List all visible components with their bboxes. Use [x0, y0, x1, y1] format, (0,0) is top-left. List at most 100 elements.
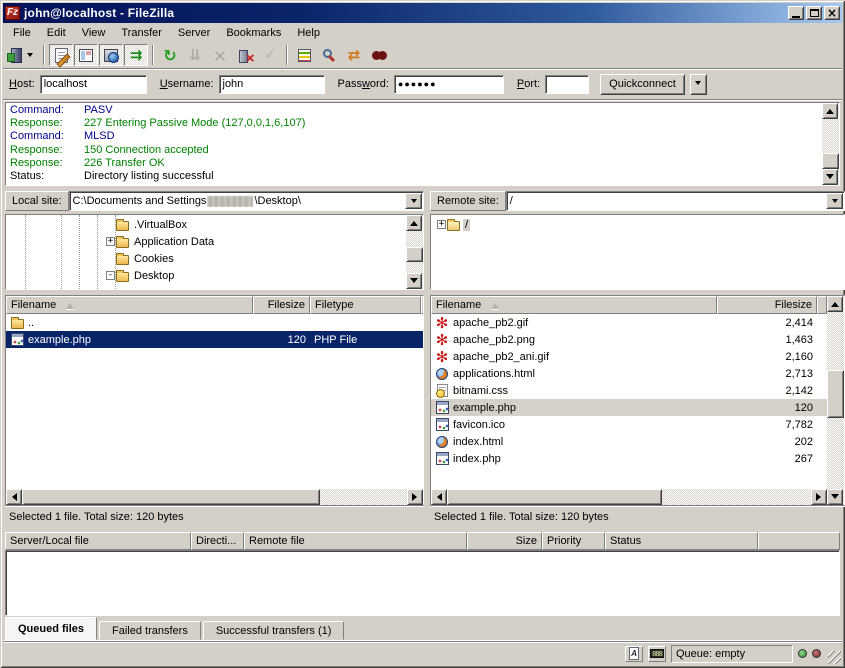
remote-vscrollbar[interactable]: [827, 296, 844, 505]
collapse-icon[interactable]: -: [106, 271, 115, 280]
toggle-remote-tree-button[interactable]: [99, 44, 123, 66]
directory-comparison-button[interactable]: [317, 44, 341, 66]
minimize-button[interactable]: [788, 6, 804, 20]
remote-file-list[interactable]: apache_pb2.gif2,414 apache_pb2.png1,463 …: [431, 314, 827, 489]
remote-selection-status: Selected 1 file. Total size: 120 bytes: [430, 506, 845, 526]
scroll-right-button[interactable]: [811, 489, 827, 505]
local-path-dropdown-button[interactable]: [405, 193, 422, 209]
toggle-log-view-button[interactable]: [49, 44, 73, 66]
toggle-queue-button[interactable]: [124, 44, 148, 66]
scroll-right-button[interactable]: [407, 489, 423, 505]
scroll-thumb[interactable]: [822, 153, 839, 169]
column-header-filesize[interactable]: Filesize: [717, 296, 817, 314]
column-header-filename[interactable]: Filename: [431, 296, 717, 314]
local-file-list[interactable]: .. example.php 120 PHP File 1: [6, 314, 423, 489]
file-row[interactable]: index.html202: [431, 433, 827, 450]
scroll-thumb[interactable]: [406, 247, 423, 262]
menu-bookmarks[interactable]: Bookmarks: [218, 25, 289, 41]
column-header-status[interactable]: Status: [605, 532, 758, 550]
file-row-example-php[interactable]: example.php120: [431, 399, 827, 416]
tree-item-root[interactable]: +/: [431, 216, 844, 233]
host-input[interactable]: localhost: [40, 75, 147, 94]
transfer-type-indicator[interactable]: A: [625, 646, 643, 662]
local-tree-scrollbar[interactable]: [406, 215, 423, 289]
cancel-operation-button[interactable]: [208, 44, 232, 66]
process-queue-button[interactable]: [183, 44, 207, 66]
synchronized-browsing-button[interactable]: [342, 44, 366, 66]
column-header-lastmodified[interactable]: L: [421, 296, 423, 314]
file-row[interactable]: apache_pb2.gif2,414: [431, 314, 827, 331]
scroll-up-button[interactable]: [406, 215, 422, 231]
file-row[interactable]: apache_pb2.png1,463: [431, 331, 827, 348]
tab-queued-files[interactable]: Queued files: [5, 617, 97, 640]
file-row[interactable]: bitnami.css2,142: [431, 382, 827, 399]
file-row[interactable]: apache_pb2_ani.gif2,160: [431, 348, 827, 365]
file-row-parent-dir[interactable]: ..: [6, 314, 423, 331]
scroll-thumb[interactable]: [827, 370, 844, 418]
tree-item-application-data[interactable]: +Application Data: [6, 233, 406, 250]
maximize-button[interactable]: [806, 6, 822, 20]
expand-icon[interactable]: +: [437, 220, 446, 229]
local-hscrollbar[interactable]: [6, 489, 423, 505]
toggle-local-tree-button[interactable]: [74, 44, 98, 66]
scroll-up-button[interactable]: [827, 296, 843, 312]
tab-successful-transfers[interactable]: Successful transfers (1): [203, 621, 345, 640]
column-header-filesize[interactable]: Filesize: [253, 296, 310, 314]
scroll-down-button[interactable]: [827, 489, 843, 505]
menu-transfer[interactable]: Transfer: [113, 25, 170, 41]
column-header-priority[interactable]: Priority: [542, 532, 605, 550]
scroll-up-button[interactable]: [822, 103, 838, 119]
password-input[interactable]: ●●●●●●: [394, 75, 504, 94]
menu-file[interactable]: File: [5, 25, 39, 41]
reconnect-button[interactable]: [258, 44, 282, 66]
column-header-filetype[interactable]: Filetype: [310, 296, 421, 314]
scroll-down-button[interactable]: [822, 169, 838, 185]
site-manager-dropdown-icon: [27, 53, 33, 60]
scroll-left-button[interactable]: [431, 489, 447, 505]
tab-failed-transfers[interactable]: Failed transfers: [99, 621, 201, 640]
local-directory-tree[interactable]: .VirtualBox +Application Data Cookies -D…: [6, 215, 406, 289]
file-row[interactable]: applications.html2,713: [431, 365, 827, 382]
close-button[interactable]: ×: [824, 6, 840, 20]
remote-path-dropdown-button[interactable]: [826, 193, 843, 209]
menu-edit[interactable]: Edit: [39, 25, 74, 41]
quickconnect-dropdown-button[interactable]: [690, 74, 707, 95]
scroll-thumb[interactable]: [22, 489, 320, 505]
site-manager-button[interactable]: [5, 44, 39, 66]
log-scrollbar[interactable]: [822, 103, 839, 185]
image-file-icon: [435, 333, 449, 347]
file-row[interactable]: favicon.ico7,782: [431, 416, 827, 433]
column-header-filename[interactable]: Filename: [6, 296, 253, 314]
tree-item-desktop[interactable]: -Desktop: [6, 267, 406, 284]
remote-directory-tree[interactable]: +/: [431, 215, 844, 289]
remote-hscrollbar[interactable]: [431, 489, 827, 505]
remote-path-combo[interactable]: /: [506, 191, 845, 211]
column-header-server-local-file[interactable]: Server/Local file: [5, 532, 191, 550]
disconnect-button[interactable]: [233, 44, 257, 66]
file-row-example-php[interactable]: example.php 120 PHP File 1: [6, 331, 423, 348]
queue-list[interactable]: [5, 550, 840, 616]
port-input[interactable]: [545, 75, 589, 94]
column-header-direction[interactable]: Directi...: [191, 532, 244, 550]
speed-limits-indicator[interactable]: 888: [648, 646, 666, 662]
file-row[interactable]: index.php267: [431, 450, 827, 467]
local-path-combo[interactable]: C:\Documents and Settings\Desktop\: [69, 191, 424, 211]
tree-item-virtualbox[interactable]: .VirtualBox: [6, 216, 406, 233]
scroll-thumb[interactable]: [447, 489, 662, 505]
quickconnect-button[interactable]: Quickconnect: [600, 74, 685, 95]
expand-icon[interactable]: +: [106, 237, 115, 246]
menu-help[interactable]: Help: [289, 25, 328, 41]
scroll-left-button[interactable]: [6, 489, 22, 505]
find-files-button[interactable]: [367, 44, 391, 66]
resize-grip[interactable]: [828, 651, 841, 664]
menu-server[interactable]: Server: [170, 25, 218, 41]
filter-button[interactable]: [292, 44, 316, 66]
titlebar[interactable]: Fz john@localhost - FileZilla ×: [3, 3, 842, 23]
tree-item-cookies[interactable]: Cookies: [6, 250, 406, 267]
menu-view[interactable]: View: [74, 25, 114, 41]
refresh-button[interactable]: [158, 44, 182, 66]
scroll-down-button[interactable]: [406, 273, 422, 289]
column-header-size[interactable]: Size: [467, 532, 542, 550]
column-header-remote-file[interactable]: Remote file: [244, 532, 467, 550]
username-input[interactable]: john: [219, 75, 325, 94]
